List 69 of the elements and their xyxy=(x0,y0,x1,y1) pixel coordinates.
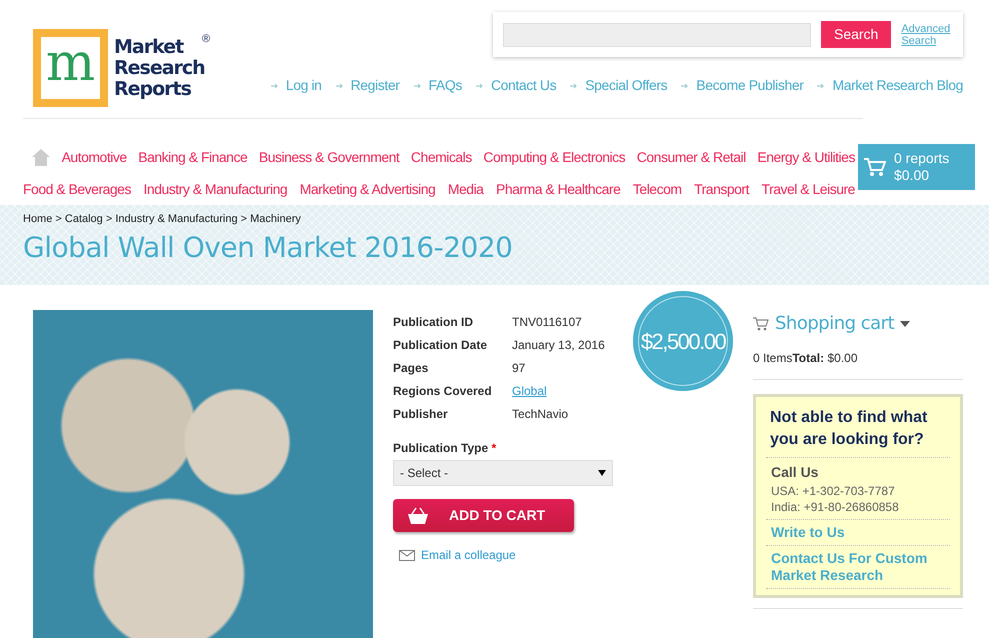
region-link[interactable]: Global xyxy=(512,382,547,400)
category-link[interactable]: Travel & Leisure xyxy=(762,178,855,200)
arrow-icon xyxy=(414,82,421,88)
detail-label: Pages xyxy=(393,360,430,376)
search-button[interactable]: Search xyxy=(820,21,892,48)
call-us-heading: Call Us xyxy=(771,463,820,482)
cart-summary-button[interactable]: 0 reports $0.00 xyxy=(858,144,975,190)
help-link[interactable]: Write to Us xyxy=(771,524,945,541)
detail-value: TNV0116107 xyxy=(512,314,582,330)
arrow-icon xyxy=(570,82,578,88)
arrow-icon xyxy=(476,82,483,88)
category-link[interactable]: Telecom xyxy=(632,178,682,200)
nav-link[interactable]: FAQs xyxy=(414,75,462,96)
category-link[interactable]: Banking & Finance xyxy=(138,146,248,168)
nav-link[interactable]: Register xyxy=(336,75,400,96)
nav-link[interactable]: Market Research Blog xyxy=(817,75,963,96)
logo-icon[interactable]: m xyxy=(33,29,108,107)
dropdown-icon xyxy=(900,320,910,326)
publication-type-select[interactable]: - Select - xyxy=(393,460,613,486)
arrow-icon xyxy=(817,82,824,88)
category-link[interactable]: Energy & Utilities xyxy=(757,146,855,168)
category-link[interactable]: Marketing & Advertising xyxy=(300,178,436,200)
cart-icon xyxy=(753,316,769,330)
nav-link[interactable]: Contact Us xyxy=(476,75,556,96)
page-title: Global Wall Oven Market 2016-2020 xyxy=(23,230,514,266)
arrow-icon xyxy=(336,82,343,88)
category-link[interactable]: Pharma & Healthcare xyxy=(496,178,620,200)
cart-total: $0.00 xyxy=(894,167,930,184)
arrow-icon xyxy=(270,82,278,88)
cart-summary: 0 ItemsTotal: $0.00 xyxy=(753,351,858,365)
detail-label: Publisher xyxy=(393,406,449,422)
category-link[interactable]: Media xyxy=(448,178,484,200)
cart-icon xyxy=(864,157,886,177)
breadcrumb: Home > Catalog > Industry & Manufacturing > Machinery xyxy=(23,212,302,227)
detail-label: Publication ID xyxy=(393,314,474,330)
category-link[interactable]: Chemicals xyxy=(410,146,472,168)
cart-count: 0 reports xyxy=(894,150,950,167)
category-link[interactable]: Food & Beverages xyxy=(23,178,131,200)
advanced-search-link[interactable]: Advanced Search xyxy=(901,22,953,46)
phone-number: India: +91-80-26860858 xyxy=(771,499,900,515)
phone-number: USA: +1-302-703-7787 xyxy=(771,483,896,499)
basket-icon xyxy=(407,506,429,524)
category-link[interactable]: Automotive xyxy=(62,146,127,168)
help-heading: Not able to find what you are looking for? xyxy=(766,407,950,458)
detail-label: Regions Covered xyxy=(393,382,493,400)
field-label: Publication Type * xyxy=(393,440,498,457)
shopping-cart-link[interactable]: Shopping cart xyxy=(775,310,894,337)
category-link[interactable]: Consumer & Retail xyxy=(636,146,746,168)
help-link[interactable]: Contact Us For Custom Market Research xyxy=(771,550,945,584)
envelope-icon xyxy=(399,550,415,560)
search-field[interactable] xyxy=(503,22,811,46)
caret-icon xyxy=(598,470,606,476)
logo-mark: m xyxy=(41,37,100,99)
detail-value: 97 xyxy=(512,360,526,376)
detail-value: TechNavio xyxy=(512,406,568,422)
detail-label: Publication Date xyxy=(393,336,488,354)
price-badge: $2,500.00 xyxy=(633,291,733,391)
category-link[interactable]: Computing & Electronics xyxy=(483,146,626,168)
nav-link[interactable]: Become Publisher xyxy=(681,75,804,96)
category-link[interactable]: Transport xyxy=(694,178,749,200)
nav-link[interactable]: Log in xyxy=(270,75,322,96)
email-link[interactable]: Email a colleague xyxy=(421,546,516,564)
add-to-cart-button[interactable]: ADD TO CART xyxy=(393,499,574,532)
nav-link[interactable]: Special Offers xyxy=(570,75,668,96)
arrow-icon xyxy=(681,82,688,88)
detail-value: January 13, 2016 xyxy=(512,336,605,354)
category-link[interactable]: Business & Government xyxy=(258,146,400,168)
category-link[interactable]: Industry & Manufacturing xyxy=(144,178,288,200)
home-icon xyxy=(32,148,50,166)
